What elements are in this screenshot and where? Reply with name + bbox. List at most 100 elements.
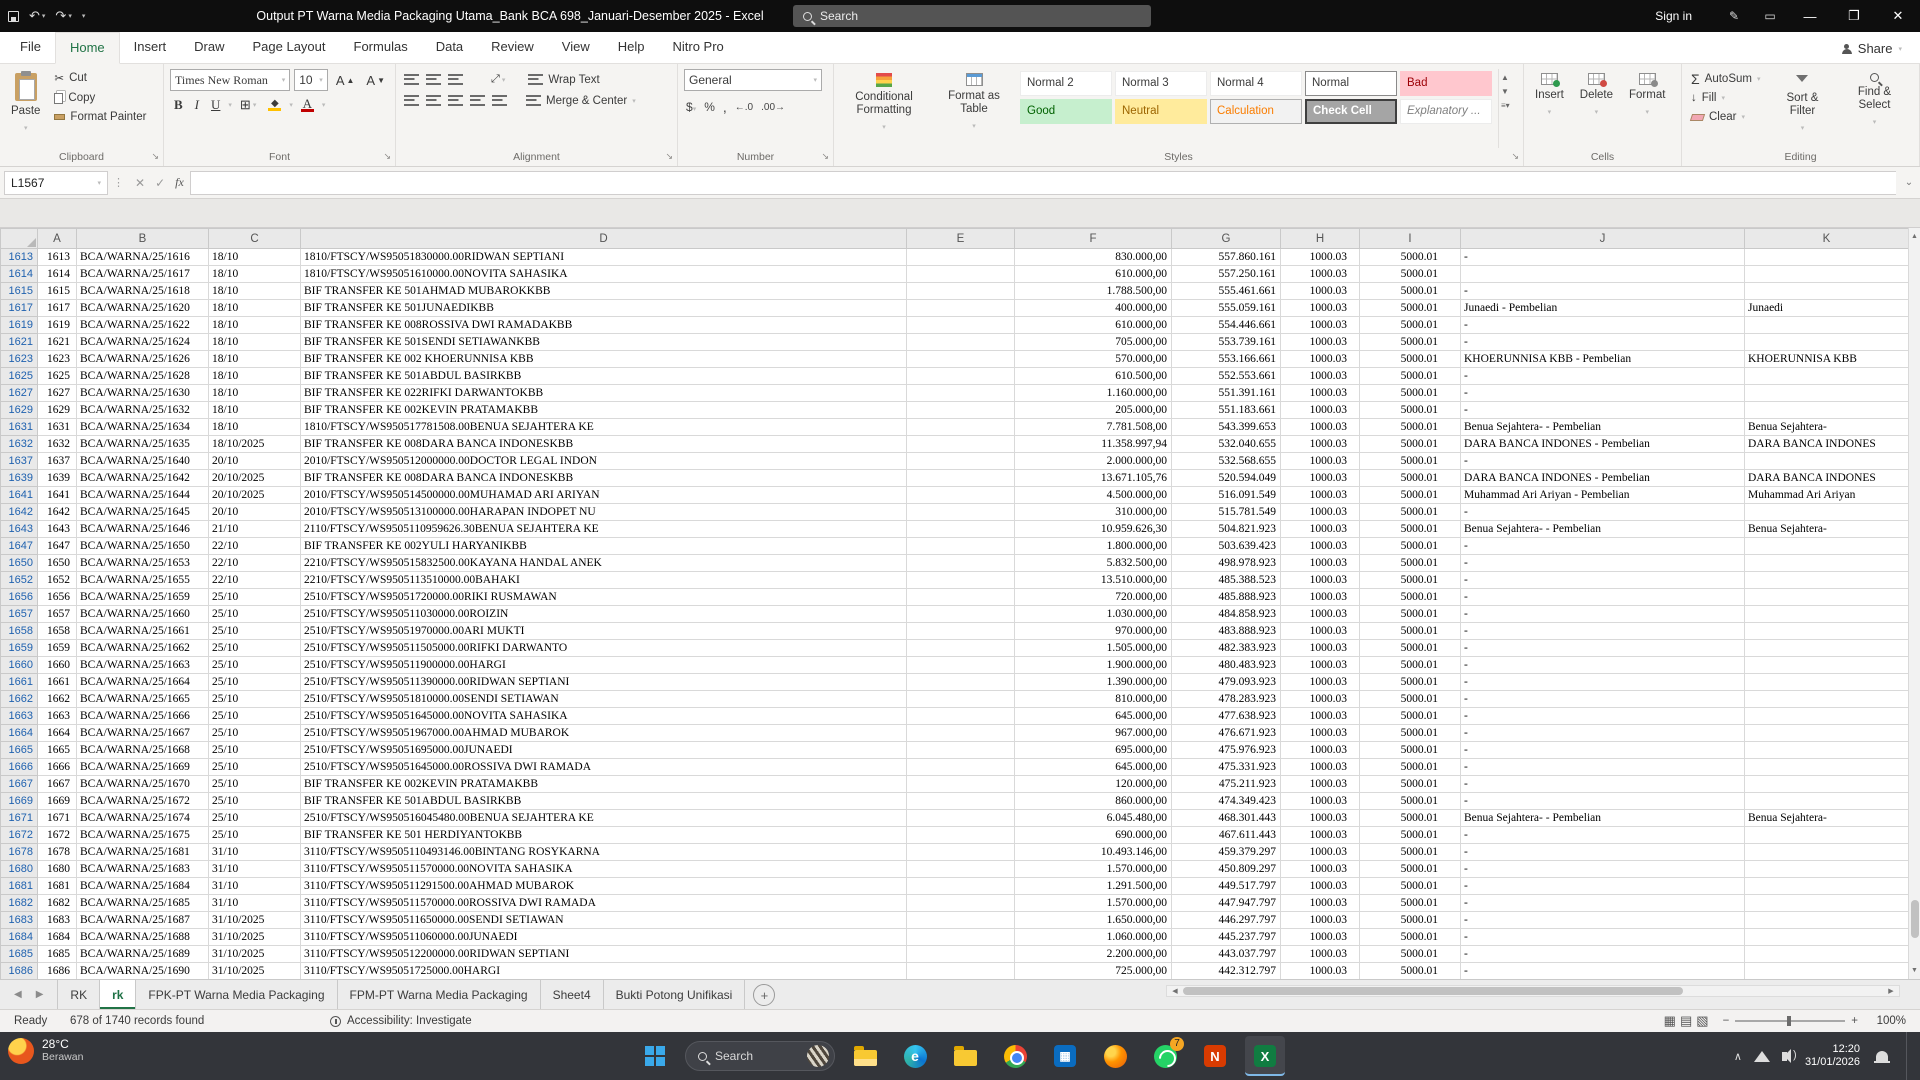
cell[interactable] [1745, 827, 1909, 844]
taskbar-icon-edge[interactable]: e [895, 1036, 935, 1076]
cell[interactable]: 2510/FTSCY/WS950511030000.00ROIZIN [301, 606, 907, 623]
cell[interactable]: 1000.03 [1281, 504, 1360, 521]
cell[interactable]: 2510/FTSCY/WS95051695000.00JUNAEDI [301, 742, 907, 759]
taskbar-icon-start[interactable] [635, 1036, 675, 1076]
cell[interactable]: BIF TRANSFER KE 501AHMAD MUBAROKKBB [301, 283, 907, 300]
cell-style-check[interactable]: Check Cell [1305, 99, 1397, 124]
scroll-up-icon[interactable]: ▲ [1909, 228, 1920, 245]
cell[interactable]: BCA/WARNA/25/1644 [77, 487, 209, 504]
cell[interactable]: 1680 [38, 861, 77, 878]
cell[interactable]: 1658 [38, 623, 77, 640]
cell[interactable] [1745, 504, 1909, 521]
cell[interactable]: 503.639.423 [1172, 538, 1281, 555]
cell[interactable]: 532.568.655 [1172, 453, 1281, 470]
cell[interactable]: - [1461, 793, 1745, 810]
cell[interactable] [907, 589, 1015, 606]
cell[interactable]: BCA/WARNA/25/1640 [77, 453, 209, 470]
cell[interactable] [1745, 963, 1909, 980]
redo-button[interactable]: ↷▾ [55, 8, 71, 24]
cell-style-normal-selected[interactable]: Normal [1305, 71, 1397, 96]
cell[interactable]: 5000.01 [1360, 453, 1461, 470]
cell[interactable]: 543.399.653 [1172, 419, 1281, 436]
find-select-button[interactable]: Find & Select▾ [1841, 69, 1907, 148]
ribbon-tab-nitro-pro[interactable]: Nitro Pro [659, 32, 738, 63]
gallery-down-icon[interactable]: ▼ [1501, 87, 1510, 96]
cell[interactable]: 2210/FTSCY/WS950515832500.00KAYANA HANDA… [301, 555, 907, 572]
cell[interactable]: 25/10 [209, 691, 301, 708]
cell[interactable]: 2510/FTSCY/WS950516045480.00BENUA SEJAHT… [301, 810, 907, 827]
align-top-icon[interactable] [404, 74, 419, 85]
row-header[interactable]: 1617 [1, 300, 38, 317]
cell[interactable] [1745, 283, 1909, 300]
cell[interactable]: 468.301.443 [1172, 810, 1281, 827]
cell[interactable]: 1000.03 [1281, 317, 1360, 334]
cell[interactable]: 5000.01 [1360, 436, 1461, 453]
cell[interactable]: 705.000,00 [1015, 334, 1172, 351]
cell[interactable]: 25/10 [209, 657, 301, 674]
cell[interactable]: 1000.03 [1281, 759, 1360, 776]
cell[interactable]: 31/10 [209, 878, 301, 895]
vertical-scrollbar[interactable]: ▲ ▼ [1908, 228, 1920, 979]
cell[interactable]: 1665 [38, 742, 77, 759]
row-header[interactable]: 1669 [1, 793, 38, 810]
cell[interactable]: BCA/WARNA/25/1661 [77, 623, 209, 640]
number-dialog-launcher[interactable]: ↘ [821, 151, 829, 162]
cell[interactable]: 555.059.161 [1172, 300, 1281, 317]
cell[interactable]: 1615 [38, 283, 77, 300]
cell[interactable]: 5.832.500,00 [1015, 555, 1172, 572]
cell[interactable]: 553.166.661 [1172, 351, 1281, 368]
cell[interactable]: 1678 [38, 844, 77, 861]
wrap-text-button[interactable]: Wrap Text [525, 69, 602, 90]
column-header-H[interactable]: H [1281, 229, 1360, 249]
cell[interactable]: 610.500,00 [1015, 368, 1172, 385]
cell[interactable]: - [1461, 572, 1745, 589]
cell[interactable]: - [1461, 929, 1745, 946]
cell[interactable]: 1000.03 [1281, 963, 1360, 980]
cell[interactable]: 25/10 [209, 742, 301, 759]
cell[interactable]: 1.160.000,00 [1015, 385, 1172, 402]
cell[interactable]: 1642 [38, 504, 77, 521]
ribbon-tab-draw[interactable]: Draw [180, 32, 238, 63]
cell[interactable]: 1000.03 [1281, 436, 1360, 453]
cell[interactable]: 1000.03 [1281, 691, 1360, 708]
cell[interactable]: Muhammad Ari Ariyan - Pembelian [1461, 487, 1745, 504]
cell[interactable]: 22/10 [209, 555, 301, 572]
ribbon-tab-home[interactable]: Home [55, 32, 120, 64]
cell[interactable]: 18/10 [209, 300, 301, 317]
zoom-in-button[interactable]: + [1851, 1015, 1858, 1027]
new-sheet-button[interactable]: + [753, 984, 775, 1006]
cell[interactable]: Benua Sejahtera- - Pembelian [1461, 810, 1745, 827]
cell[interactable]: BCA/WARNA/25/1624 [77, 334, 209, 351]
cell[interactable]: BIF TRANSFER KE 002KEVIN PRATAMAKBB [301, 776, 907, 793]
row-header[interactable]: 1631 [1, 419, 38, 436]
cell[interactable]: 5000.01 [1360, 708, 1461, 725]
cell[interactable]: 551.391.161 [1172, 385, 1281, 402]
cell[interactable]: 1650 [38, 555, 77, 572]
row-header[interactable]: 1629 [1, 402, 38, 419]
increase-font-button[interactable]: A▲ [332, 72, 359, 89]
cell[interactable]: 1000.03 [1281, 487, 1360, 504]
cell[interactable]: 10.493.146,00 [1015, 844, 1172, 861]
row-header[interactable]: 1684 [1, 929, 38, 946]
cell[interactable] [1745, 334, 1909, 351]
taskbar-icon-nitro[interactable]: N [1195, 1036, 1235, 1076]
cell[interactable]: - [1461, 946, 1745, 963]
cell-style-good[interactable]: Good [1020, 99, 1112, 124]
save-button[interactable] [8, 11, 19, 22]
row-header[interactable]: 1667 [1, 776, 38, 793]
cell[interactable]: 1631 [38, 419, 77, 436]
row-header[interactable]: 1678 [1, 844, 38, 861]
cell[interactable]: 5000.01 [1360, 538, 1461, 555]
cell[interactable]: 5000.01 [1360, 249, 1461, 266]
cell[interactable]: 1000.03 [1281, 453, 1360, 470]
cell[interactable]: 1000.03 [1281, 470, 1360, 487]
cell[interactable] [907, 419, 1015, 436]
cell[interactable]: 18/10 [209, 334, 301, 351]
cell[interactable] [1461, 266, 1745, 283]
cell[interactable]: Benua Sejahtera- [1745, 521, 1909, 538]
cell[interactable]: 22/10 [209, 572, 301, 589]
cell[interactable]: 1667 [38, 776, 77, 793]
cell[interactable]: 31/10 [209, 861, 301, 878]
cell[interactable]: - [1461, 861, 1745, 878]
cell[interactable]: 1000.03 [1281, 640, 1360, 657]
